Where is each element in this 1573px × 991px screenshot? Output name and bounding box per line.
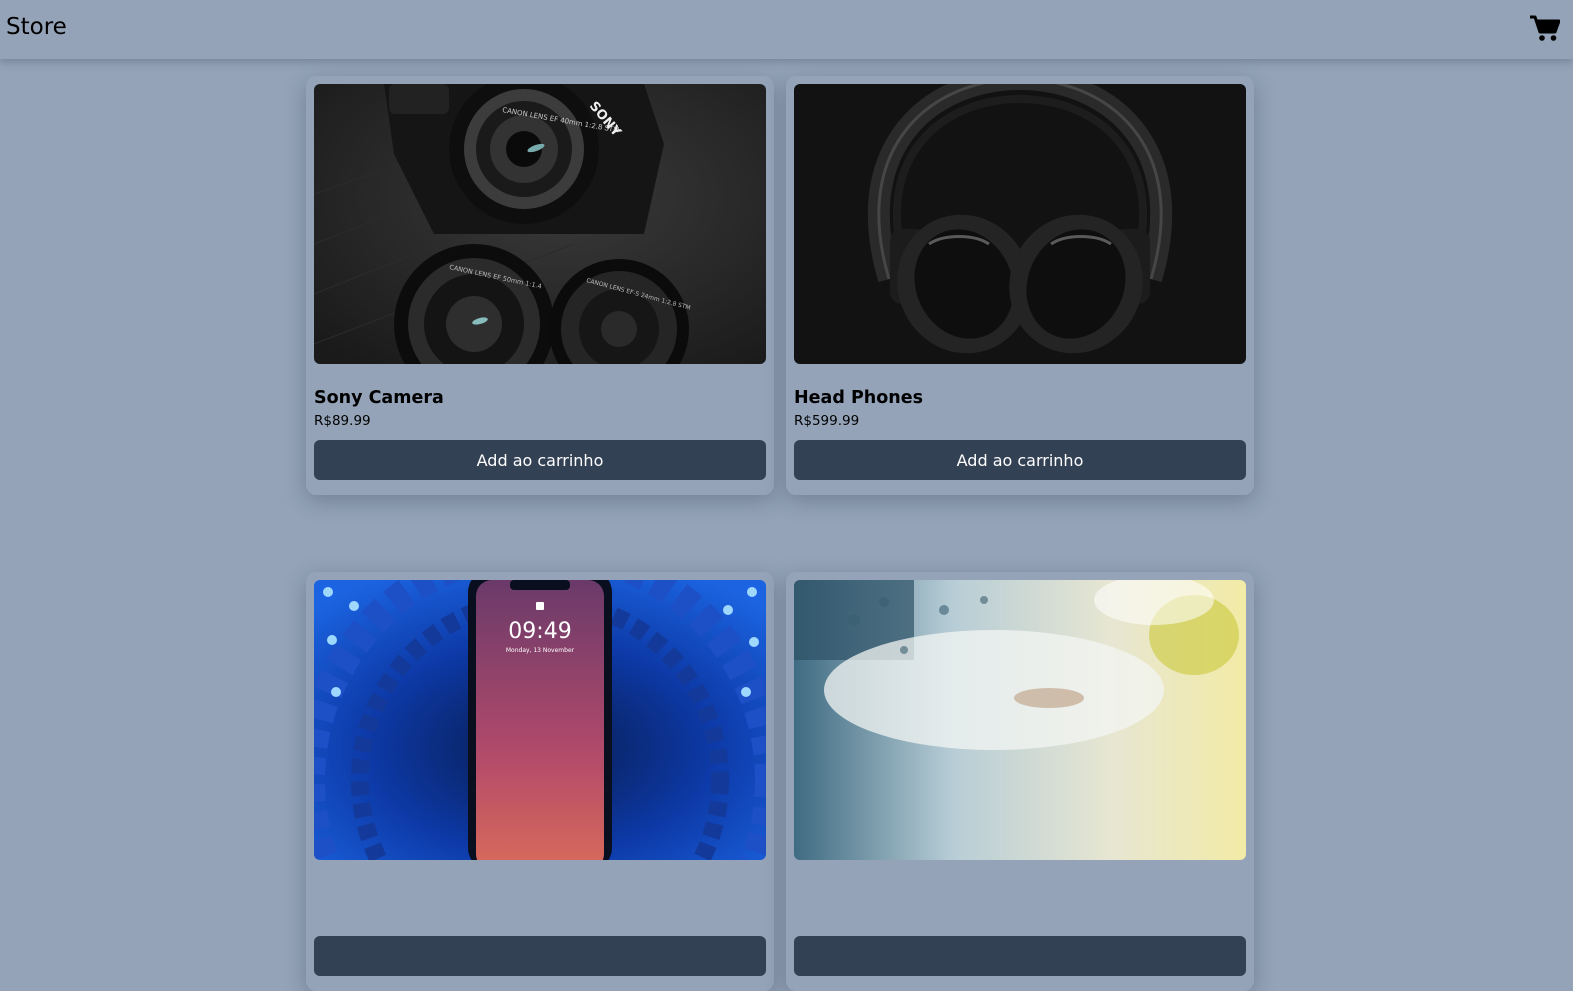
product-card xyxy=(786,572,1254,991)
product-name: Head Phones xyxy=(794,388,923,408)
top-navbar: Store xyxy=(0,0,1573,59)
phone-date-text: Monday, 13 November xyxy=(506,647,575,654)
product-price: R$599.99 xyxy=(794,413,860,429)
product-image-headphones xyxy=(794,84,1246,364)
shopping-cart-icon[interactable] xyxy=(1530,14,1560,42)
phone-time-text: 09:49 xyxy=(508,619,571,644)
product-image-fourth xyxy=(794,580,1246,860)
product-name: Sony Camera xyxy=(314,388,444,408)
add-to-cart-button[interactable]: Add ao carrinho xyxy=(794,440,1246,480)
add-to-cart-button[interactable]: Add ao carrinho xyxy=(314,440,766,480)
store-brand[interactable]: Store xyxy=(6,12,67,42)
product-price: R$89.99 xyxy=(314,413,371,429)
product-image-camera: CANON LENS EF 40mm 1:2.8 STM SONY CANON … xyxy=(314,84,766,364)
product-card: CANON LENS EF 40mm 1:2.8 STM SONY CANON … xyxy=(306,76,774,495)
product-card: 09:49 Monday, 13 November xyxy=(306,572,774,991)
product-card: Head Phones R$599.99 Add ao carrinho xyxy=(786,76,1254,495)
add-to-cart-button[interactable] xyxy=(794,936,1246,976)
add-to-cart-button[interactable] xyxy=(314,936,766,976)
product-image-phone: 09:49 Monday, 13 November xyxy=(314,580,766,860)
